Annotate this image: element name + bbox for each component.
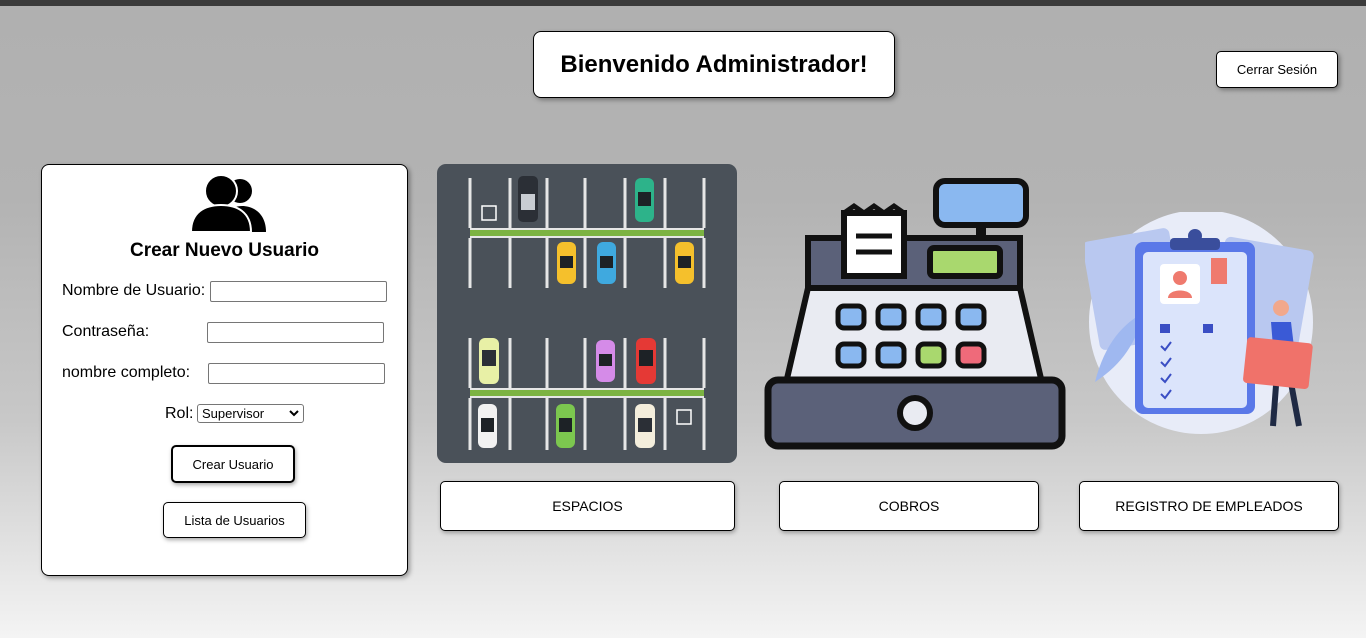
top-bar [0, 0, 1366, 6]
cash-register-image[interactable] [764, 178, 1066, 450]
password-input[interactable] [207, 322, 384, 343]
employee-registry-image[interactable] [1085, 212, 1315, 437]
chevron-down-icon [289, 410, 299, 417]
registro-empleados-button[interactable]: REGISTRO DE EMPLEADOS [1079, 481, 1339, 531]
users-icon [191, 174, 266, 232]
role-selected-value: Supervisor [202, 406, 265, 421]
username-input[interactable] [210, 281, 387, 302]
user-list-button[interactable]: Lista de Usuarios [163, 502, 306, 538]
role-select[interactable]: Supervisor [197, 404, 304, 423]
create-user-panel: Crear Nuevo Usuario Nombre de Usuario: C… [41, 164, 408, 576]
espacios-button[interactable]: ESPACIOS [440, 481, 735, 531]
username-label: Nombre de Usuario: [62, 282, 206, 299]
fullname-label: nombre completo: [62, 364, 191, 381]
parking-lot-image[interactable] [437, 164, 737, 463]
role-label: Rol: [165, 405, 194, 422]
logout-button[interactable]: Cerrar Sesión [1216, 51, 1338, 88]
create-user-heading: Crear Nuevo Usuario [129, 240, 319, 261]
cobros-button[interactable]: COBROS [779, 481, 1039, 531]
fullname-input[interactable] [208, 363, 385, 384]
create-user-button[interactable]: Crear Usuario [171, 445, 295, 483]
page-title: Bienvenido Administrador! [533, 31, 895, 98]
password-label: Contraseña: [62, 323, 150, 340]
